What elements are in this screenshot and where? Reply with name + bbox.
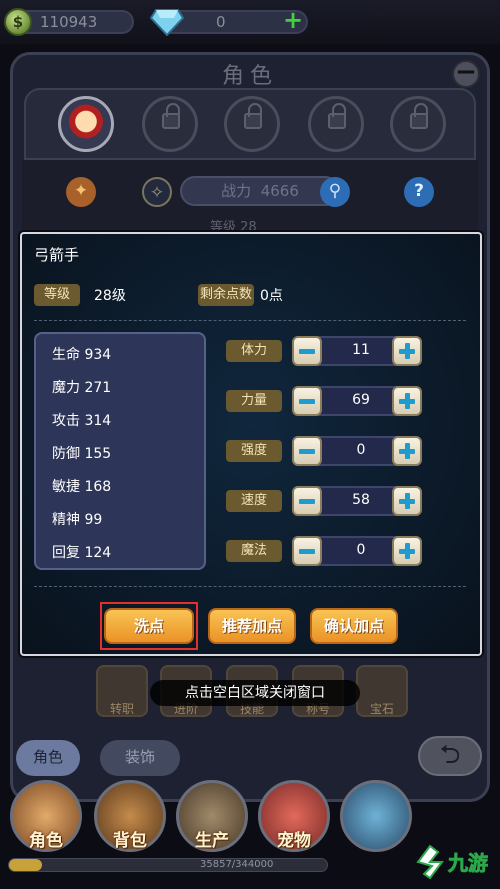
gem-amount: 0 — [216, 13, 226, 31]
stat-recovery: 回复 124 — [52, 545, 112, 561]
locked-slot[interactable] — [308, 96, 364, 152]
skill-label: 转职 — [109, 702, 134, 716]
stat-hp: 生命 934 — [52, 347, 112, 363]
strength-plus-button[interactable] — [392, 386, 422, 416]
class-emblem-icon: ✧ — [142, 177, 172, 207]
locked-slot[interactable] — [390, 96, 446, 152]
stat-spirit: 精神 99 — [52, 512, 103, 528]
power-pill: 战力 4666 — [180, 176, 340, 206]
stats-panel: 生命 934 魔力 271 攻击 314 防御 155 敏捷 168 精神 99… — [34, 332, 206, 570]
stat-attack: 攻击 314 — [52, 413, 112, 429]
stamina-minus-button[interactable] — [292, 336, 322, 366]
attr-label-strength: 力量 — [226, 390, 282, 412]
allocate-points-modal: 弓箭手 等级 28级 剩余点数 0点 生命 934 魔力 271 攻击 314 … — [20, 232, 482, 656]
window-title: 角色 — [221, 64, 278, 89]
skill-label: 宝石 — [369, 702, 394, 716]
nav-extra-button[interactable] — [340, 780, 412, 852]
search-icon[interactable]: ⚲ — [320, 177, 350, 207]
speed-plus-button[interactable] — [392, 486, 422, 516]
exp-bar — [8, 858, 328, 872]
nav-label: 背包 — [113, 831, 147, 851]
element-icon[interactable]: ✦ — [66, 177, 96, 207]
stat-defense: 防御 155 — [52, 446, 112, 462]
back-arrow-icon[interactable]: ⮌ — [418, 736, 482, 776]
nav-label: 角色 — [29, 831, 63, 851]
modal-title: 弓箭手 — [34, 246, 80, 264]
magic-plus-button[interactable] — [392, 536, 422, 566]
close-hint: 点击空白区域关闭窗口 — [150, 680, 360, 706]
power-value: 4666 — [260, 182, 299, 200]
stat-agility: 敏捷 168 — [52, 479, 112, 495]
confirm-points-button[interactable]: 确认加点 — [310, 608, 398, 644]
nav-label: 生产 — [195, 831, 229, 851]
currency-bar: $ 110943 0 + — [0, 0, 500, 44]
speed-value: 58 — [352, 492, 370, 508]
tab-character[interactable]: 角色 — [16, 740, 80, 776]
toughness-minus-button[interactable] — [292, 436, 322, 466]
lock-icon — [328, 103, 346, 129]
magic-value: 0 — [356, 542, 366, 558]
attr-label-magic: 魔法 — [226, 540, 282, 562]
attr-label-toughness: 强度 — [226, 440, 282, 462]
diamond-icon — [150, 9, 184, 36]
gold-amount: 110943 — [40, 13, 98, 31]
gold-coin-icon: $ — [4, 8, 32, 36]
level-value: 28级 — [94, 288, 126, 304]
reset-points-button[interactable]: 洗点 — [104, 608, 194, 644]
svg-text:九游: 九游 — [447, 851, 488, 875]
lock-icon — [410, 103, 428, 129]
stat-mp: 魔力 271 — [52, 380, 112, 396]
level-tag: 等级 — [34, 284, 80, 306]
add-gems-button[interactable]: + — [282, 8, 304, 32]
help-icon[interactable]: ? — [404, 177, 434, 207]
strength-minus-button[interactable] — [292, 386, 322, 416]
site-logo: 九游 — [416, 844, 488, 880]
points-tag: 剩余点数 — [198, 284, 254, 306]
exp-text: 35857/344000 — [200, 859, 274, 870]
lock-icon — [244, 103, 262, 129]
toughness-plus-button[interactable] — [392, 436, 422, 466]
hero-avatar-slot[interactable] — [58, 96, 114, 152]
divider-bottom — [34, 586, 466, 587]
attr-label-stamina: 体力 — [226, 340, 282, 362]
strength-value: 69 — [352, 392, 370, 408]
speed-minus-button[interactable] — [292, 486, 322, 516]
tab-outfit[interactable]: 装饰 — [100, 740, 180, 776]
recommend-points-button[interactable]: 推荐加点 — [208, 608, 296, 644]
collapse-button[interactable]: − — [452, 59, 480, 88]
locked-slot[interactable] — [142, 96, 198, 152]
magic-minus-button[interactable] — [292, 536, 322, 566]
exp-fill — [9, 859, 43, 871]
locked-slot[interactable] — [224, 96, 280, 152]
attr-label-speed: 速度 — [226, 490, 282, 512]
lock-icon — [162, 103, 180, 129]
divider-top — [34, 320, 466, 321]
stamina-value: 11 — [352, 342, 370, 358]
stamina-plus-button[interactable] — [392, 336, 422, 366]
power-label: 战力 — [221, 182, 252, 200]
points-value: 0点 — [260, 288, 283, 304]
nav-label: 宠物 — [277, 831, 311, 851]
toughness-value: 0 — [356, 442, 366, 458]
